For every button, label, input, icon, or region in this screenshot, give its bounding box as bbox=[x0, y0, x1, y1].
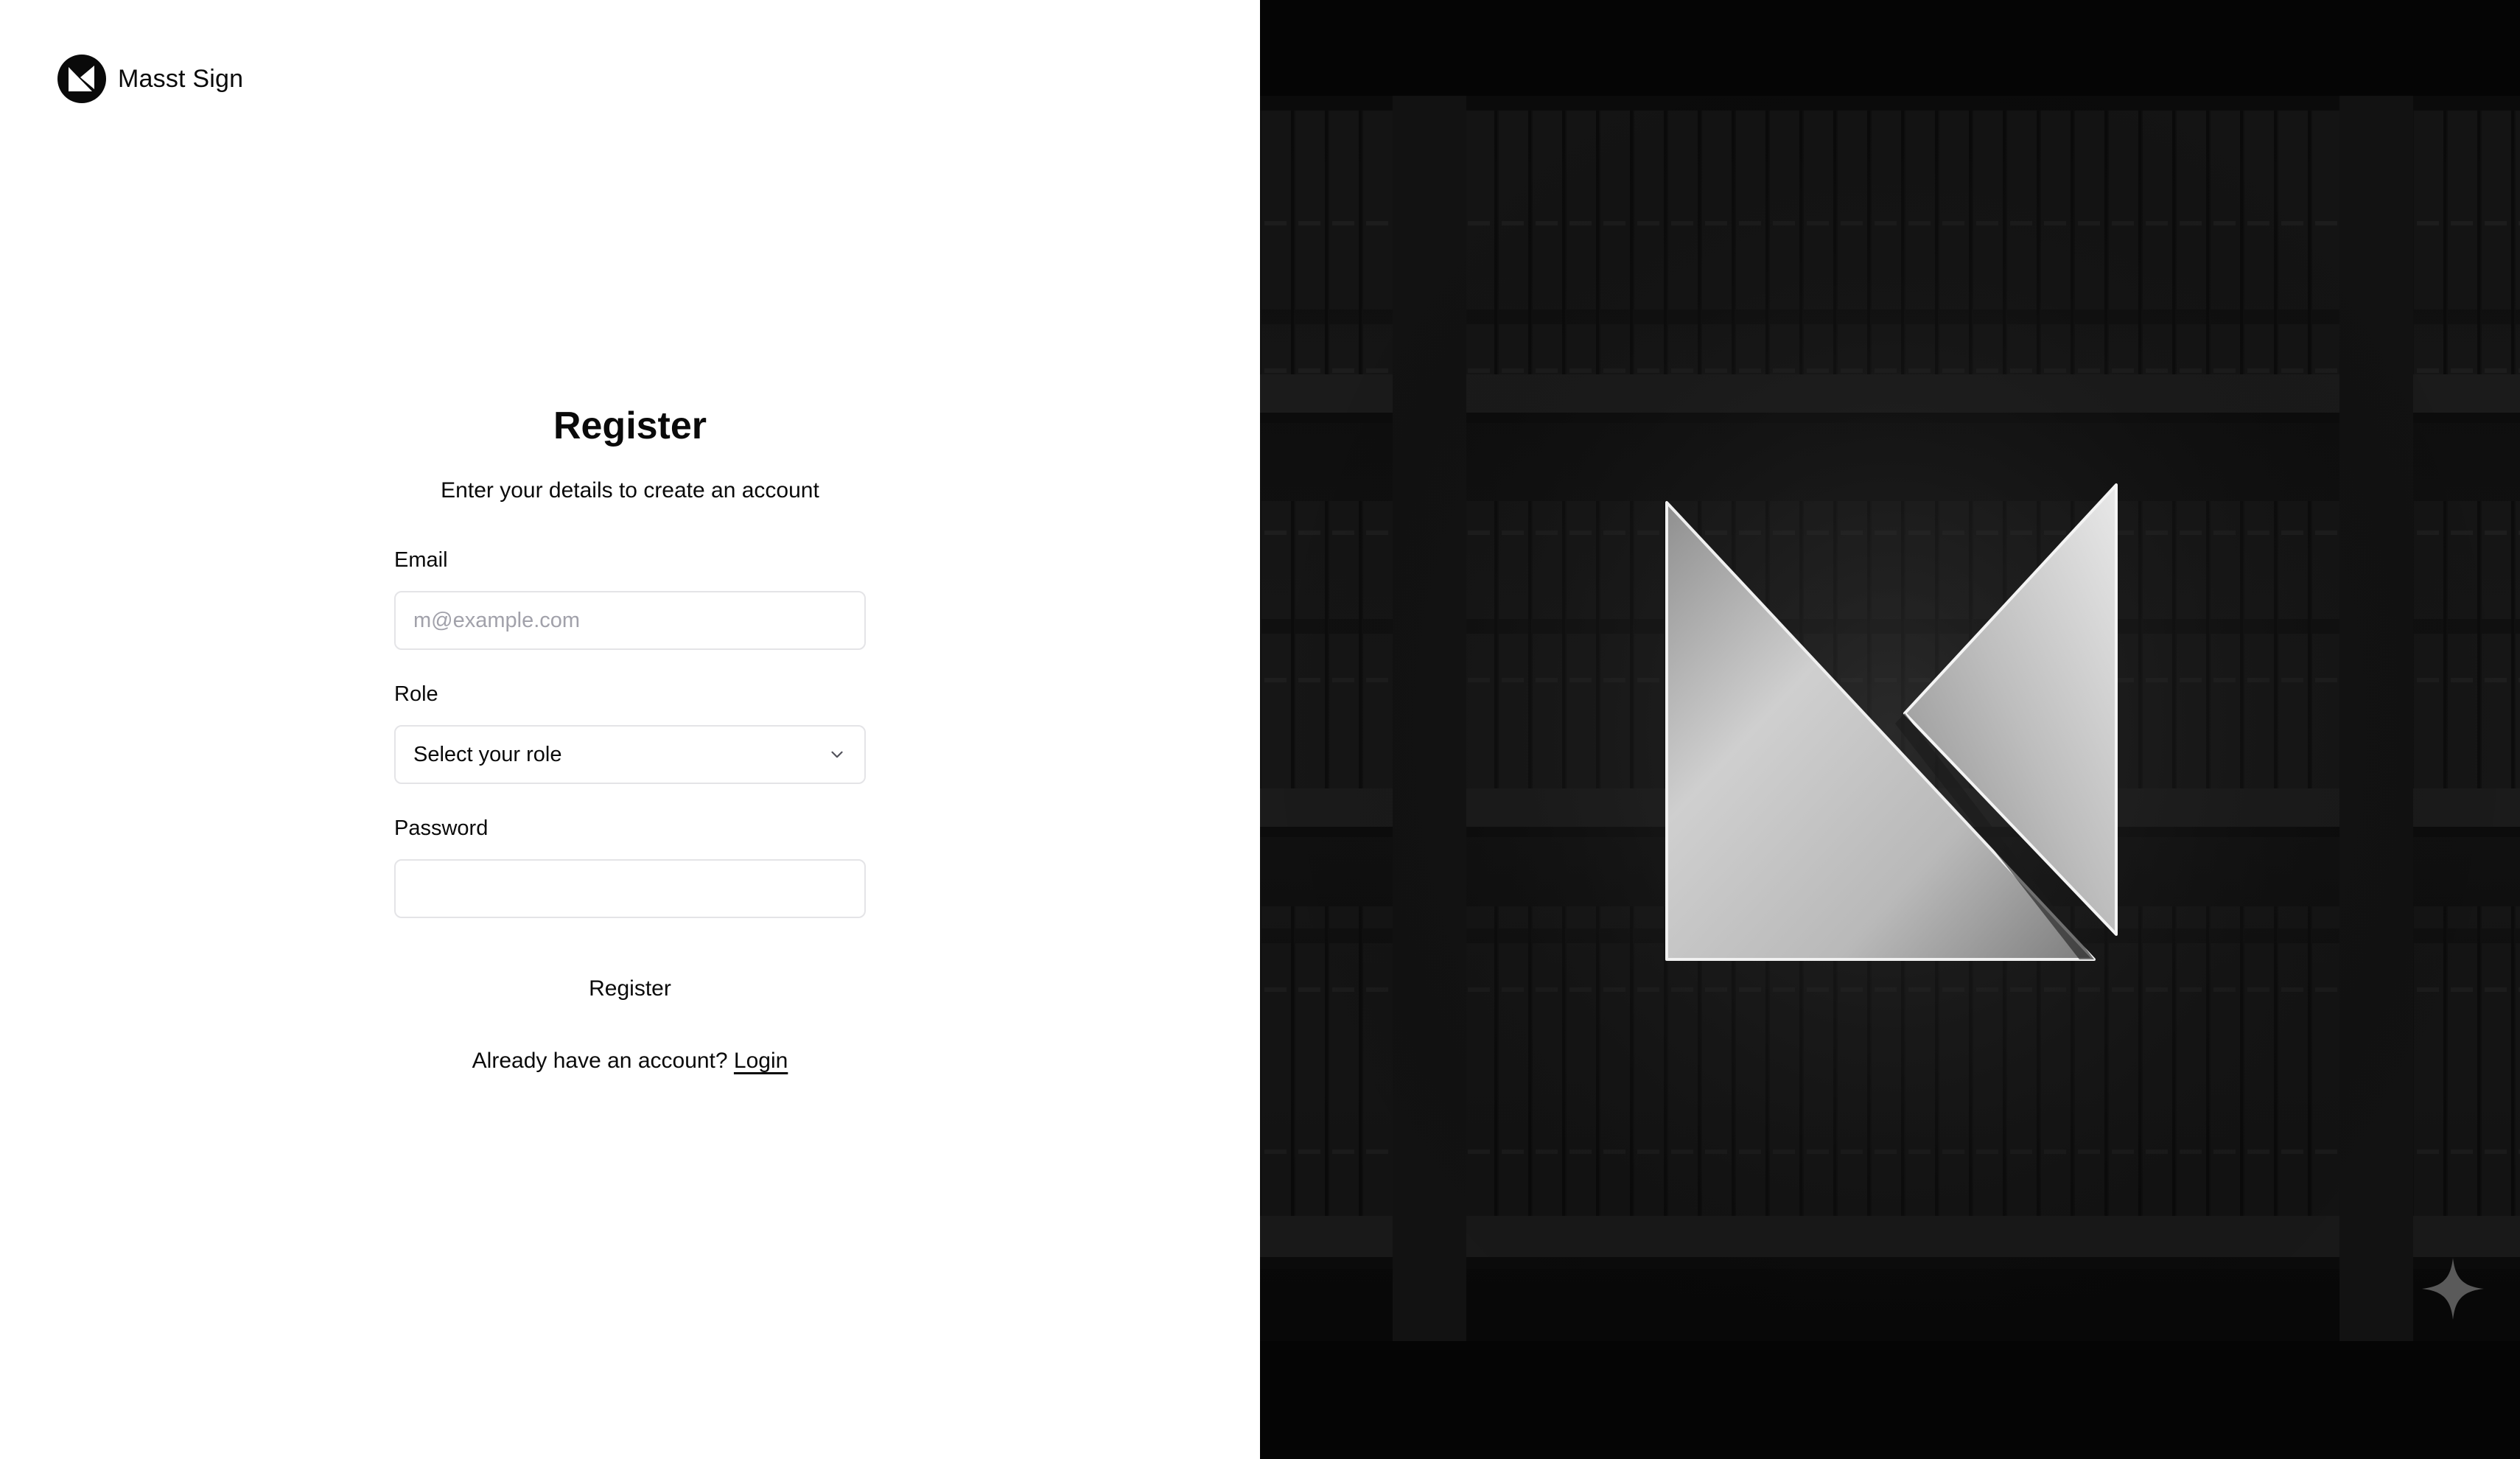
login-prompt: Already have an account? bbox=[472, 1049, 728, 1073]
role-label: Role bbox=[394, 682, 438, 706]
email-field[interactable] bbox=[394, 591, 866, 650]
brand-name: Masst Sign bbox=[118, 64, 244, 93]
register-button[interactable]: Register bbox=[394, 962, 866, 1015]
page-subtitle: Enter your details to create an account bbox=[441, 478, 819, 503]
chevron-down-icon bbox=[831, 751, 843, 758]
login-link[interactable]: Login bbox=[734, 1049, 788, 1073]
masst-logo-icon bbox=[57, 55, 106, 103]
role-select[interactable]: Select your role bbox=[394, 725, 866, 784]
email-label: Email bbox=[394, 548, 448, 572]
role-select-value: Select your role bbox=[413, 742, 562, 766]
password-field[interactable] bbox=[394, 859, 866, 918]
hero-panel bbox=[1260, 0, 2520, 1459]
register-form: Register Enter your details to create an… bbox=[394, 398, 866, 1076]
login-prompt-row: Already have an account? Login bbox=[394, 1046, 866, 1076]
masst-logo-bookshelf-artwork bbox=[1260, 0, 2520, 1459]
page-title: Register bbox=[553, 405, 707, 447]
register-panel: Masst Sign Register Enter your details t… bbox=[0, 0, 1260, 1459]
password-label: Password bbox=[394, 816, 489, 840]
brand[interactable]: Masst Sign bbox=[57, 55, 243, 103]
sparkle-icon bbox=[2422, 1258, 2484, 1320]
